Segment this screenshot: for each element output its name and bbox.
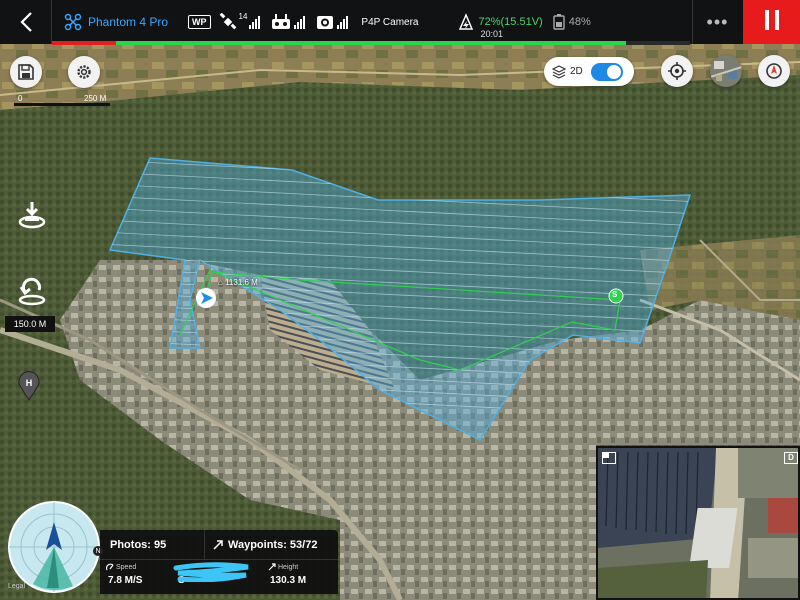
pause-icon: [762, 9, 782, 35]
mission-settings-button[interactable]: [68, 56, 100, 88]
start-point-label: S: [612, 290, 618, 299]
home-distance-label: ⌂ 1131.6 M: [218, 278, 258, 287]
altitude-readout: 150.0 M: [5, 316, 55, 332]
more-dots-icon: •••: [706, 11, 729, 32]
floppy-disk-icon: [18, 64, 34, 80]
scale-line: [14, 103, 110, 106]
redaction-scribble: [173, 562, 249, 582]
speed-caption: Speed: [116, 564, 137, 571]
compass-orientation-button[interactable]: [758, 55, 790, 87]
camera-icon: [317, 16, 334, 29]
compass-icon: [766, 63, 782, 79]
height-icon: [268, 563, 276, 571]
satellite-thumbnail-icon: [710, 55, 742, 87]
scale-start-label: 0: [18, 94, 23, 103]
gear-icon: [77, 65, 91, 79]
speed-value: 7.8 M/S: [108, 575, 143, 586]
height-value: 130.3 M: [270, 575, 307, 586]
aircraft-selector[interactable]: Phantom 4 Pro: [64, 13, 174, 31]
speed-cell: Speed 7.8 M/S: [100, 562, 170, 592]
height-cell: Height 130.3 M: [262, 562, 338, 592]
radar-display-icon: [8, 501, 100, 593]
speed-icon: [106, 563, 114, 571]
satellite-icon: [219, 13, 236, 30]
remote-controller-icon: [272, 14, 291, 29]
aircraft-marker[interactable]: [196, 288, 216, 308]
video-signal-bars-icon: [337, 15, 349, 29]
camera-feed-image: [598, 448, 798, 598]
back-button[interactable]: [0, 0, 52, 44]
pause-mission-button[interactable]: [743, 0, 800, 44]
north-marker: N: [93, 546, 103, 556]
locate-aircraft-button[interactable]: [661, 55, 693, 87]
aircraft-name: Phantom 4 Pro: [88, 15, 169, 29]
camera-switch-button[interactable]: D: [784, 452, 798, 464]
home-point-marker[interactable]: H: [17, 371, 41, 401]
home-distance-value: 1131.6 M: [225, 278, 258, 287]
flight-time: 20:01: [480, 29, 504, 39]
expand-preview-icon[interactable]: [602, 452, 616, 464]
more-options-button[interactable]: •••: [692, 0, 742, 44]
map-type-button[interactable]: [710, 55, 742, 87]
aircraft-battery-text: 72%(15.51V): [478, 16, 543, 28]
gps-signal-bars-icon: [249, 15, 261, 29]
view-mode-switch[interactable]: [590, 62, 623, 81]
signal-status[interactable]: WP 14 P4P Camera: [188, 11, 458, 31]
chevron-left-icon: [19, 12, 32, 32]
home-pin-icon: H: [18, 371, 40, 401]
attitude-radar[interactable]: N: [7, 500, 103, 594]
view-mode-label: 2D: [570, 66, 583, 77]
mission-stats-row: Photos: 95 Waypoints: 53/72: [100, 530, 338, 560]
camera-preview[interactable]: D: [596, 446, 800, 600]
svg-text:H: H: [26, 378, 33, 388]
height-caption: Height: [278, 564, 299, 571]
drone-icon: [64, 13, 82, 31]
waypoint-mode-badge: WP: [188, 15, 211, 29]
rc-signal-bars-icon: [294, 15, 306, 29]
land-button[interactable]: [17, 200, 47, 230]
mission-progress-green: [116, 41, 626, 45]
camera-name: P4P Camera: [361, 16, 419, 28]
crosshair-icon: [668, 62, 686, 80]
return-home-button[interactable]: [17, 276, 47, 306]
satellite-count: 14: [238, 11, 248, 21]
aircraft-battery-icon: [459, 13, 474, 30]
waypoints-progress: Waypoints: 53/72: [205, 530, 338, 559]
layers-icon: [552, 64, 566, 79]
map-view-toggle[interactable]: 2D: [544, 57, 634, 86]
battery-status[interactable]: 72%(15.51V) 20:01 48%: [458, 0, 591, 44]
return-to-home-icon: [18, 277, 46, 306]
mission-progress-red: [52, 41, 116, 45]
rc-battery-icon: [553, 14, 565, 30]
save-mission-button[interactable]: [10, 56, 42, 88]
scale-end-label: 250 M: [84, 94, 107, 103]
waypoint-arrow-icon: [213, 539, 223, 550]
photos-count: Photos: 95: [100, 530, 205, 559]
waypoints-text: Waypoints: 53/72: [228, 538, 318, 551]
map-scale-bar: 0 250 M: [14, 94, 110, 106]
rc-battery-text: 48%: [568, 16, 591, 28]
top-status-bar: Phantom 4 Pro WP 14 P4P Camera 72%(15.51…: [0, 0, 800, 44]
landing-icon: [18, 202, 46, 229]
